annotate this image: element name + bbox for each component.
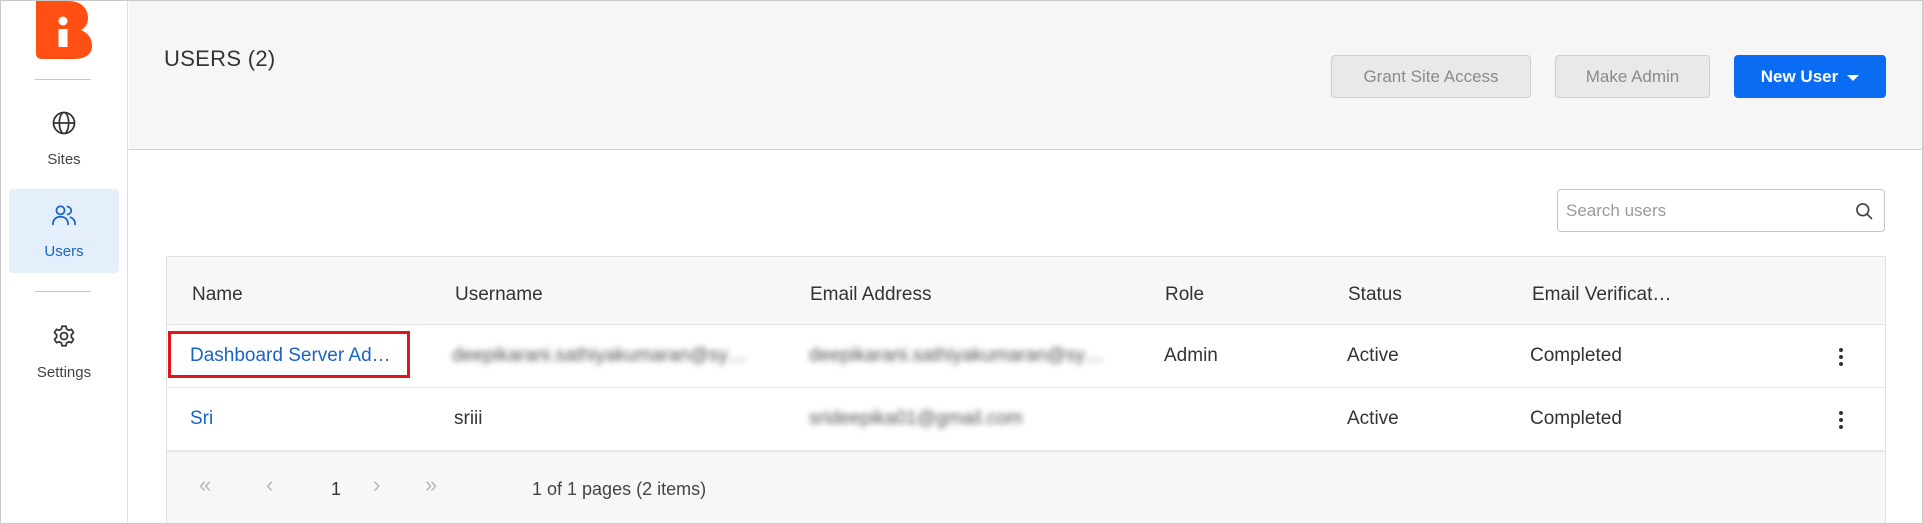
page-header: USERS (2) Grant Site Access Make Admin N… — [129, 1, 1922, 150]
email-cell: srideepika01@gmail.com — [809, 408, 1023, 429]
role-cell: Admin — [1164, 345, 1218, 366]
brand-logo-icon[interactable] — [34, 1, 94, 59]
column-header-username[interactable]: Username — [455, 284, 543, 306]
row-menu-icon[interactable] — [1831, 343, 1851, 371]
first-page-icon[interactable]: « — [199, 472, 211, 498]
sidebar: Sites Users Settings — [1, 1, 128, 523]
sidebar-divider — [35, 79, 91, 80]
sidebar-item-settings[interactable]: Settings — [9, 310, 119, 394]
sidebar-item-label: Settings — [36, 364, 92, 381]
last-page-icon[interactable]: » — [425, 472, 437, 498]
users-icon — [52, 205, 76, 226]
page-title: USERS (2) — [164, 46, 276, 71]
grant-site-access-button[interactable]: Grant Site Access — [1331, 55, 1531, 98]
sidebar-item-sites[interactable]: Sites — [9, 97, 119, 181]
username-cell: deepikarani.sathiyakumaran@sy… — [452, 345, 747, 366]
globe-icon — [52, 111, 76, 135]
sidebar-item-label: Users — [44, 243, 84, 260]
status-cell: Active — [1347, 408, 1399, 429]
search-box[interactable] — [1557, 189, 1885, 232]
status-cell: Active — [1347, 345, 1399, 366]
sidebar-divider — [35, 291, 91, 292]
users-table: Name Username Email Address Role Status … — [166, 256, 1886, 523]
app-window: Sites Users Settings USERS (2) Grant Sit… — [0, 0, 1923, 524]
next-page-icon[interactable]: › — [373, 472, 380, 498]
row-menu-icon[interactable] — [1831, 406, 1851, 434]
pagination-info: 1 of 1 pages (2 items) — [532, 479, 707, 499]
previous-page-icon[interactable]: ‹ — [266, 472, 273, 498]
table-row: Sri sriii srideepika01@gmail.com Active … — [167, 388, 1885, 451]
column-header-status[interactable]: Status — [1348, 284, 1402, 306]
table-header: Name Username Email Address Role Status … — [167, 257, 1885, 325]
email-cell: deepikarani.sathiyakumaran@sy… — [809, 345, 1104, 366]
table-row: Dashboard Server Ad… deepikarani.sathiya… — [167, 325, 1885, 388]
new-user-button[interactable]: New User — [1734, 55, 1886, 98]
sidebar-item-users[interactable]: Users — [9, 189, 119, 273]
caret-down-icon — [1847, 75, 1860, 81]
pagination: « ‹ 1 › » 1 of 1 pages (2 items) — [167, 451, 1885, 523]
user-name-link[interactable]: Dashboard Server Ad… — [190, 345, 400, 367]
verification-cell: Completed — [1530, 408, 1622, 429]
username-cell: sriii — [454, 408, 483, 429]
column-header-email-verification[interactable]: Email Verificat… — [1532, 284, 1671, 306]
column-header-email[interactable]: Email Address — [810, 284, 931, 306]
verification-cell: Completed — [1530, 345, 1622, 366]
gear-icon — [53, 325, 75, 347]
column-header-role[interactable]: Role — [1165, 284, 1204, 306]
page-number[interactable]: 1 — [331, 479, 341, 500]
user-name-link[interactable]: Sri — [190, 408, 400, 430]
column-header-name[interactable]: Name — [192, 284, 243, 306]
new-user-label: New User — [1760, 66, 1839, 86]
search-icon[interactable] — [1854, 201, 1874, 221]
search-input[interactable] — [1566, 190, 1846, 231]
make-admin-button[interactable]: Make Admin — [1555, 55, 1710, 98]
sidebar-item-label: Sites — [47, 151, 81, 168]
